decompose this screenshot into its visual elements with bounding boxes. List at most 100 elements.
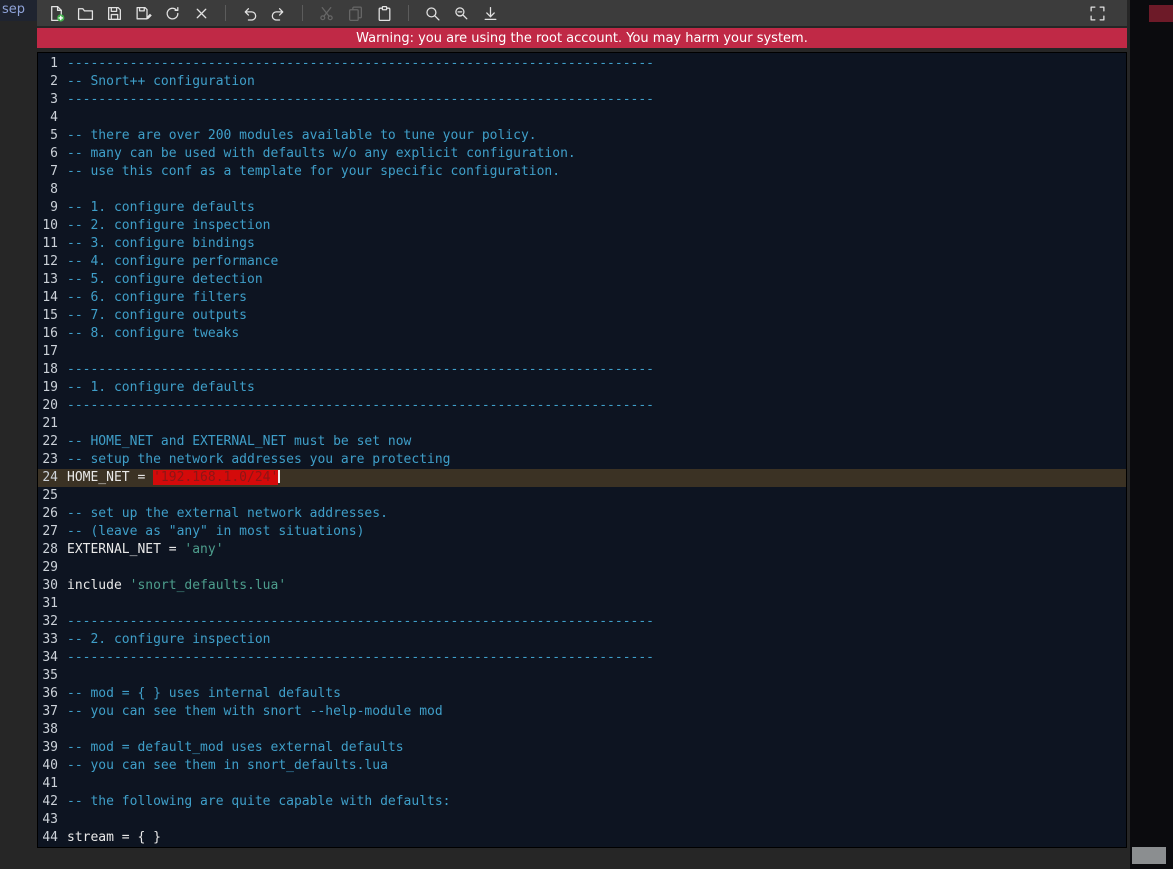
code-line[interactable]: 11-- 3. configure bindings bbox=[38, 235, 1126, 253]
line-number: 34 bbox=[38, 649, 64, 667]
code-line[interactable]: 33-- 2. configure inspection bbox=[38, 631, 1126, 649]
line-number: 19 bbox=[38, 379, 64, 397]
code-line[interactable]: 8 bbox=[38, 181, 1126, 199]
code-line[interactable]: 6-- many can be used with defaults w/o a… bbox=[38, 145, 1126, 163]
code-line[interactable]: 24HOME_NET = '192.168.1.0/24' bbox=[38, 469, 1126, 487]
code-segment: -- (leave as "any" in most situations) bbox=[67, 524, 364, 539]
toolbar-separator bbox=[408, 5, 409, 21]
code-line[interactable]: 13-- 5. configure detection bbox=[38, 271, 1126, 289]
line-number: 6 bbox=[38, 145, 64, 163]
fullscreen-icon bbox=[1089, 5, 1106, 22]
code-text: -- you can see them with snort --help-mo… bbox=[64, 703, 443, 721]
code-line[interactable]: 5-- there are over 200 modules available… bbox=[38, 127, 1126, 145]
code-text: -- Snort++ configuration bbox=[64, 73, 255, 91]
code-segment: ----------------------------------------… bbox=[67, 56, 654, 71]
root-warning-text: Warning: you are using the root account.… bbox=[356, 31, 808, 46]
code-line[interactable]: 35 bbox=[38, 667, 1126, 685]
code-line[interactable]: 7-- use this conf as a template for your… bbox=[38, 163, 1126, 181]
code-line[interactable]: 18--------------------------------------… bbox=[38, 361, 1126, 379]
code-segment: -- 2. configure inspection bbox=[67, 218, 271, 233]
code-line[interactable]: 17 bbox=[38, 343, 1126, 361]
line-number: 36 bbox=[38, 685, 64, 703]
save-button[interactable] bbox=[101, 2, 128, 24]
line-number: 7 bbox=[38, 163, 64, 181]
code-line[interactable]: 25 bbox=[38, 487, 1126, 505]
find-button[interactable] bbox=[419, 2, 446, 24]
code-text: -- 5. configure detection bbox=[64, 271, 263, 289]
code-segment: ----------------------------------------… bbox=[67, 92, 654, 107]
code-segment: -- the following are quite capable with … bbox=[67, 794, 451, 809]
code-line[interactable]: 9-- 1. configure defaults bbox=[38, 199, 1126, 217]
code-line[interactable]: 41 bbox=[38, 775, 1126, 793]
line-number: 31 bbox=[38, 595, 64, 613]
code-line[interactable]: 27-- (leave as "any" in most situations) bbox=[38, 523, 1126, 541]
code-line[interactable]: 45stream_ip = { } bbox=[38, 847, 1126, 848]
code-line[interactable]: 21 bbox=[38, 415, 1126, 433]
code-text: -- you can see them in snort_defaults.lu… bbox=[64, 757, 388, 775]
code-line[interactable]: 16-- 8. configure tweaks bbox=[38, 325, 1126, 343]
code-line[interactable]: 2-- Snort++ configuration bbox=[38, 73, 1126, 91]
code-line[interactable]: 39-- mod = default_mod uses external def… bbox=[38, 739, 1126, 757]
code-line[interactable]: 38 bbox=[38, 721, 1126, 739]
code-line[interactable]: 29 bbox=[38, 559, 1126, 577]
background-fragment-text: sep bbox=[2, 2, 25, 17]
reload-button[interactable] bbox=[159, 2, 186, 24]
code-line[interactable]: 23-- setup the network addresses you are… bbox=[38, 451, 1126, 469]
code-line[interactable]: 34--------------------------------------… bbox=[38, 649, 1126, 667]
code-line[interactable]: 1---------------------------------------… bbox=[38, 55, 1126, 73]
code-line[interactable]: 22-- HOME_NET and EXTERNAL_NET must be s… bbox=[38, 433, 1126, 451]
code-line[interactable]: 20--------------------------------------… bbox=[38, 397, 1126, 415]
code-line[interactable]: 3---------------------------------------… bbox=[38, 91, 1126, 109]
code-line[interactable]: 40-- you can see them in snort_defaults.… bbox=[38, 757, 1126, 775]
code-line[interactable]: 26-- set up the external network address… bbox=[38, 505, 1126, 523]
code-text: -- (leave as "any" in most situations) bbox=[64, 523, 364, 541]
code-line[interactable]: 36-- mod = { } uses internal defaults bbox=[38, 685, 1126, 703]
code-line[interactable]: 15-- 7. configure outputs bbox=[38, 307, 1126, 325]
code-line[interactable]: 44stream = { } bbox=[38, 829, 1126, 847]
code-line[interactable]: 10-- 2. configure inspection bbox=[38, 217, 1126, 235]
code-line[interactable]: 32--------------------------------------… bbox=[38, 613, 1126, 631]
code-line[interactable]: 42-- the following are quite capable wit… bbox=[38, 793, 1126, 811]
open-file-button[interactable] bbox=[72, 2, 99, 24]
code-text: stream_ip = { } bbox=[64, 847, 184, 848]
code-segment: -- 5. configure detection bbox=[67, 272, 263, 287]
save-as-button[interactable] bbox=[130, 2, 157, 24]
line-number: 1 bbox=[38, 55, 64, 73]
code-text: -- 3. configure bindings bbox=[64, 235, 255, 253]
code-line[interactable]: 14-- 6. configure filters bbox=[38, 289, 1126, 307]
code-line[interactable]: 30include 'snort_defaults.lua' bbox=[38, 577, 1126, 595]
code-line[interactable]: 43 bbox=[38, 811, 1126, 829]
code-segment: HOME_NET = bbox=[67, 470, 153, 485]
find-replace-button[interactable] bbox=[448, 2, 475, 24]
code-line[interactable]: 31 bbox=[38, 595, 1126, 613]
code-text bbox=[64, 775, 67, 793]
line-number: 5 bbox=[38, 127, 64, 145]
undo-button[interactable] bbox=[236, 2, 263, 24]
reload-icon bbox=[164, 5, 181, 22]
code-line[interactable]: 4 bbox=[38, 109, 1126, 127]
background-window-fragment: sep bbox=[0, 0, 39, 21]
code-line[interactable]: 12-- 4. configure performance bbox=[38, 253, 1126, 271]
code-segment: ----------------------------------------… bbox=[67, 650, 654, 665]
new-file-button[interactable] bbox=[43, 2, 70, 24]
line-number: 32 bbox=[38, 613, 64, 631]
redo-button[interactable] bbox=[265, 2, 292, 24]
line-number: 42 bbox=[38, 793, 64, 811]
fullscreen-button[interactable] bbox=[1084, 2, 1111, 24]
code-segment: -- use this conf as a template for your … bbox=[67, 164, 560, 179]
code-line[interactable]: 19-- 1. configure defaults bbox=[38, 379, 1126, 397]
code-text: HOME_NET = '192.168.1.0/24' bbox=[64, 469, 280, 487]
go-to-icon bbox=[482, 5, 499, 22]
paste-button[interactable] bbox=[371, 2, 398, 24]
code-text: -- the following are quite capable with … bbox=[64, 793, 451, 811]
text-editor-area[interactable]: 1---------------------------------------… bbox=[37, 52, 1127, 848]
code-segment: -- mod = default_mod uses external defau… bbox=[67, 740, 404, 755]
line-number: 13 bbox=[38, 271, 64, 289]
code-line[interactable]: 28EXTERNAL_NET = 'any' bbox=[38, 541, 1126, 559]
code-segment: -- HOME_NET and EXTERNAL_NET must be set… bbox=[67, 434, 411, 449]
code-text: ----------------------------------------… bbox=[64, 397, 654, 415]
line-number: 40 bbox=[38, 757, 64, 775]
code-line[interactable]: 37-- you can see them with snort --help-… bbox=[38, 703, 1126, 721]
go-to-line-button[interactable] bbox=[477, 2, 504, 24]
close-document-button[interactable] bbox=[188, 2, 215, 24]
